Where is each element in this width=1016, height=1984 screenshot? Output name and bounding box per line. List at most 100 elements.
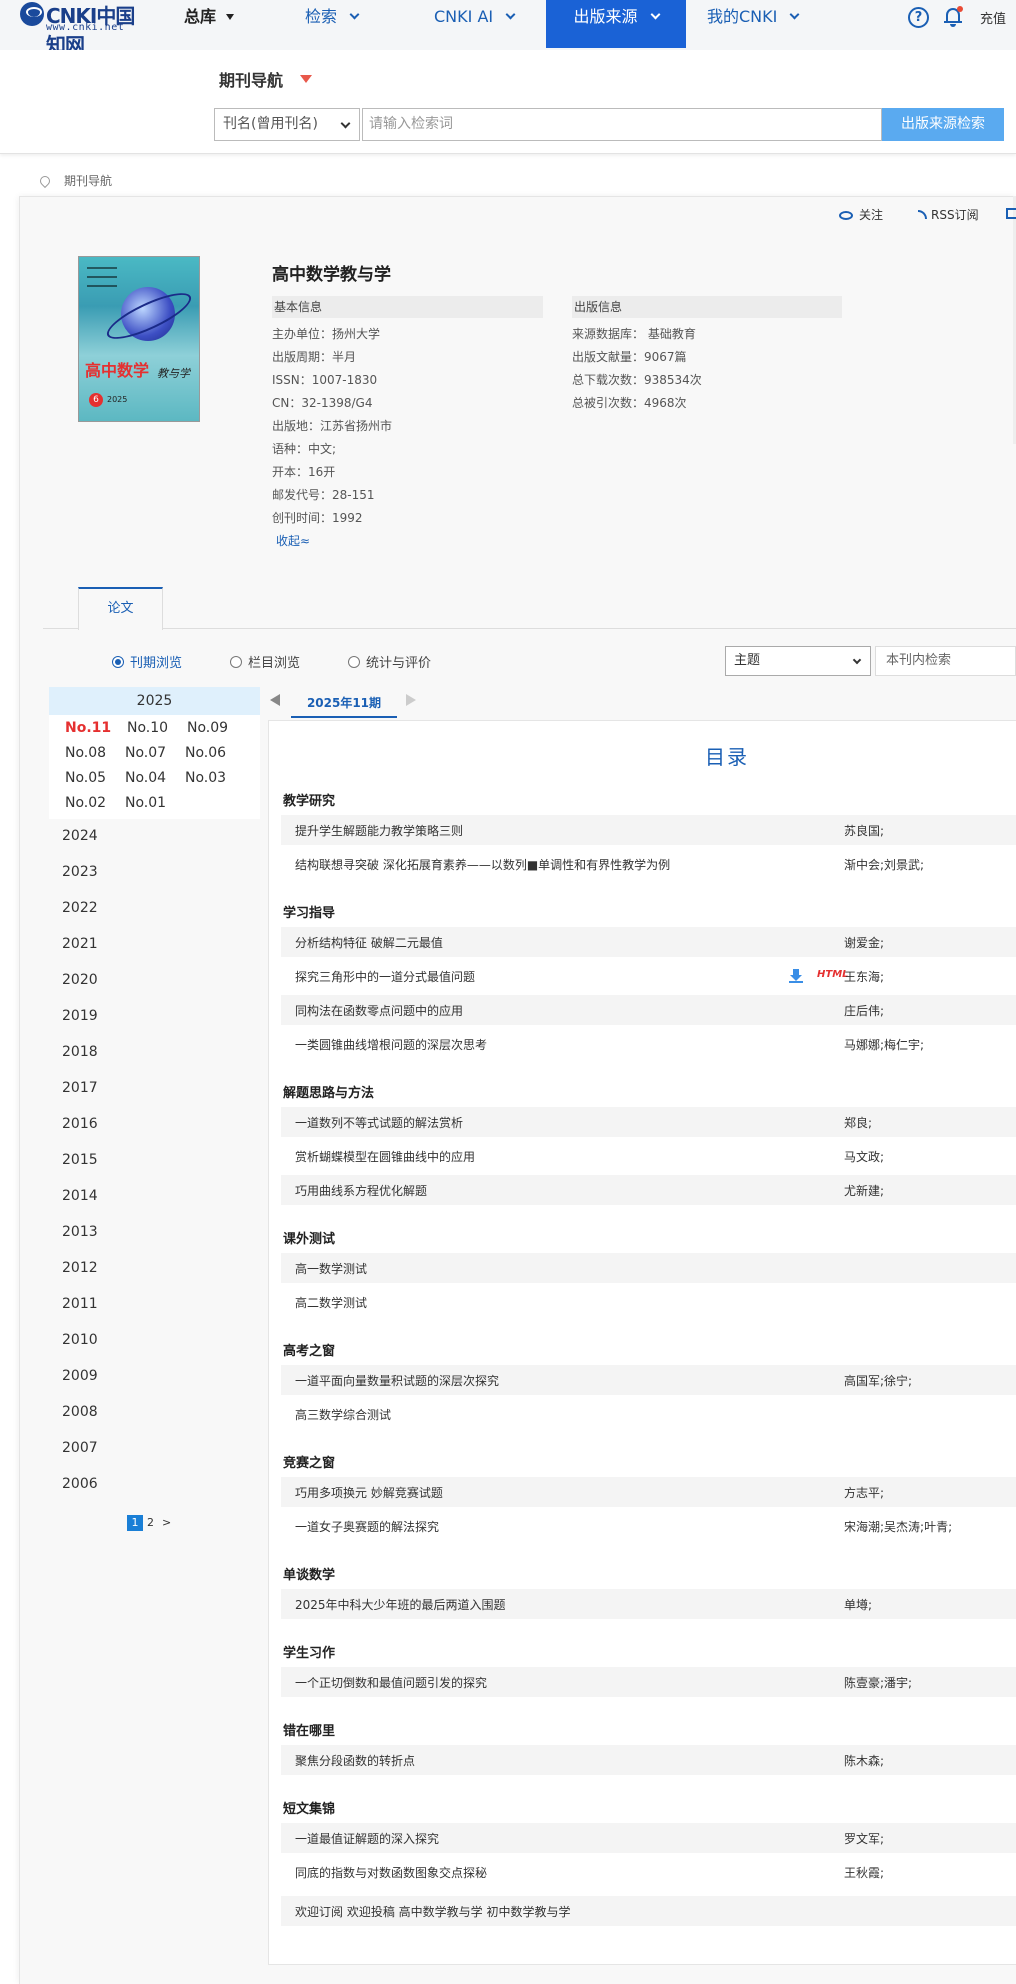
journal-nav-title[interactable]: 期刊导航: [219, 67, 283, 91]
help-icon[interactable]: ?: [908, 7, 929, 28]
nav-publication-source[interactable]: 出版来源: [546, 0, 686, 48]
article-authors[interactable]: 马娜娜;梅仁宇;: [844, 1036, 924, 1053]
toc-article-row[interactable]: 一道数列不等式试题的解法赏析 郑良;: [281, 1107, 1016, 1137]
issue-link[interactable]: No.03: [185, 770, 226, 786]
article-title-link[interactable]: 高三数学综合测试: [295, 1406, 391, 1423]
issue-link-active[interactable]: No.11: [65, 720, 111, 736]
current-issue-tab[interactable]: 2025年11期: [291, 690, 397, 718]
year-link[interactable]: 2009: [62, 1368, 98, 1384]
issue-link[interactable]: No.01: [125, 795, 166, 811]
article-authors[interactable]: 谢爱金;: [844, 934, 884, 951]
toc-article-row[interactable]: 巧用多项换元 妙解竞赛试题 方志平;: [281, 1477, 1016, 1507]
breadcrumb-item[interactable]: 期刊导航: [64, 174, 112, 188]
toc-article-row[interactable]: 2025年中科大少年班的最后两道入围题 单墫;: [281, 1589, 1016, 1619]
notification-bell-icon[interactable]: [944, 6, 963, 28]
article-authors[interactable]: 单墫;: [844, 1596, 872, 1613]
prev-issue-arrow-icon[interactable]: [270, 694, 280, 706]
article-authors[interactable]: 宋海潮;吴杰涛;叶青;: [844, 1518, 952, 1535]
tab-papers[interactable]: 论文: [78, 587, 163, 630]
article-title-link[interactable]: 提升学生解题能力教学策略三则: [295, 822, 463, 839]
article-title-link[interactable]: 同底的指数与对数函数图象交点探秘: [295, 1864, 487, 1881]
toc-article-row[interactable]: 一道女子奥赛题的解法探究 宋海潮;吴杰涛;叶青;: [281, 1511, 1016, 1541]
toc-article-row[interactable]: 分析结构特征 破解二元最值 谢爱金;: [281, 927, 1016, 957]
nav-jiansuo[interactable]: 检索: [305, 0, 360, 48]
article-authors[interactable]: 王秋霞;: [844, 1864, 884, 1881]
article-title-link[interactable]: 一道最值证解题的深入探究: [295, 1830, 439, 1847]
source-search-button[interactable]: 出版来源检索: [882, 108, 1004, 141]
toc-article-row[interactable]: 探究三角形中的一道分式最值问题 HTML 王东海;: [281, 961, 1016, 991]
article-authors[interactable]: 郑良;: [844, 1114, 872, 1131]
article-title-link[interactable]: 结构联想寻突破 深化拓展育素养——以数列■单调性和有界性教学为例: [295, 856, 670, 873]
article-authors[interactable]: 方志平;: [844, 1484, 884, 1501]
toc-article-row[interactable]: 聚焦分段函数的转折点 陈木森;: [281, 1745, 1016, 1775]
issue-link[interactable]: No.04: [125, 770, 166, 786]
article-authors[interactable]: 庄后伟;: [844, 1002, 884, 1019]
article-title-link[interactable]: 巧用曲线系方程优化解题: [295, 1182, 427, 1199]
nav-zongku[interactable]: 总库: [184, 0, 235, 48]
radio-stats-eval[interactable]: 统计与评价: [348, 652, 431, 671]
article-title-link[interactable]: 高一数学测试: [295, 1260, 367, 1277]
follow-button[interactable]: 关注: [839, 206, 883, 223]
toc-article-row[interactable]: 一道平面向量数量积试题的深层次探究 高国军;徐宁;: [281, 1365, 1016, 1395]
article-authors[interactable]: 罗文军;: [844, 1830, 884, 1847]
year-link[interactable]: 2021: [62, 936, 98, 952]
rss-subscribe-button[interactable]: RSS订阅: [918, 206, 979, 223]
year-link[interactable]: 2018: [62, 1044, 98, 1060]
article-title-link[interactable]: 2025年中科大少年班的最后两道入围题: [295, 1596, 506, 1613]
year-link[interactable]: 2011: [62, 1296, 98, 1312]
toc-article-row[interactable]: 同底的指数与对数函数图象交点探秘 王秋霞;: [281, 1857, 1016, 1887]
toc-article-row[interactable]: 巧用曲线系方程优化解题 尤新建;: [281, 1175, 1016, 1205]
article-authors[interactable]: 马文政;: [844, 1148, 884, 1165]
issue-link[interactable]: No.10: [127, 720, 168, 736]
year-link[interactable]: 2019: [62, 1008, 98, 1024]
article-authors[interactable]: 高国军;徐宁;: [844, 1372, 912, 1389]
radio-issue-browse[interactable]: 刊期浏览: [112, 652, 182, 671]
toc-article-row[interactable]: 一道最值证解题的深入探究 罗文军;: [281, 1823, 1016, 1853]
article-title-link[interactable]: 探究三角形中的一道分式最值问题: [295, 968, 475, 985]
article-title-link[interactable]: 一类圆锥曲线增根问题的深层次思考: [295, 1036, 487, 1053]
article-authors[interactable]: 苏良国;: [844, 822, 884, 839]
recharge-link[interactable]: 充值: [980, 8, 1006, 27]
year-link[interactable]: 2017: [62, 1080, 98, 1096]
toc-article-row[interactable]: 提升学生解题能力教学策略三则 苏良国;: [281, 815, 1016, 845]
mail-icon[interactable]: [1006, 208, 1016, 219]
article-title-link[interactable]: 分析结构特征 破解二元最值: [295, 934, 443, 951]
issue-link[interactable]: No.07: [125, 745, 166, 761]
year-link[interactable]: 2006: [62, 1476, 98, 1492]
article-authors[interactable]: 陈木森;: [844, 1752, 884, 1769]
issue-link[interactable]: No.09: [187, 720, 228, 736]
year-link[interactable]: 2016: [62, 1116, 98, 1132]
article-title-link[interactable]: 巧用多项换元 妙解竞赛试题: [295, 1484, 443, 1501]
topic-select[interactable]: 主题: [725, 646, 871, 676]
download-icon[interactable]: [789, 969, 803, 983]
year-link[interactable]: 2022: [62, 900, 98, 916]
pager-next[interactable]: >: [162, 1516, 171, 1529]
toc-article-row[interactable]: 一个正切倒数和最值问题引发的探究 陈壹豪;潘宇;: [281, 1667, 1016, 1697]
year-link[interactable]: 2007: [62, 1440, 98, 1456]
issue-link[interactable]: No.02: [65, 795, 106, 811]
toc-article-row[interactable]: 高三数学综合测试: [281, 1399, 1016, 1429]
article-title-link[interactable]: 赏析蝴蝶模型在圆锥曲线中的应用: [295, 1148, 475, 1165]
in-journal-search-input[interactable]: 本刊内检索: [875, 646, 1016, 676]
article-title-link[interactable]: 高二数学测试: [295, 1294, 367, 1311]
toc-article-row[interactable]: 一类圆锥曲线增根问题的深层次思考 马娜娜;梅仁宇;: [281, 1029, 1016, 1059]
toc-article-row[interactable]: 结构联想寻突破 深化拓展育素养——以数列■单调性和有界性教学为例 渐中会;刘景武;: [281, 849, 1016, 879]
nav-cnki-ai[interactable]: CNKI AI: [434, 0, 516, 48]
pager-page-1[interactable]: 1: [127, 1515, 143, 1531]
issue-link[interactable]: No.06: [185, 745, 226, 761]
year-link[interactable]: 2013: [62, 1224, 98, 1240]
article-authors[interactable]: 王东海;: [844, 968, 884, 985]
toc-article-row[interactable]: 高一数学测试: [281, 1253, 1016, 1283]
article-authors[interactable]: 尤新建;: [844, 1182, 884, 1199]
article-title-link[interactable]: 同构法在函数零点问题中的应用: [295, 1002, 463, 1019]
article-title-link[interactable]: 一道女子奥赛题的解法探究: [295, 1518, 439, 1535]
article-authors[interactable]: 陈壹豪;潘宇;: [844, 1674, 912, 1691]
caret-down-icon[interactable]: [300, 75, 312, 83]
year-link[interactable]: 2008: [62, 1404, 98, 1420]
search-input[interactable]: 请输入检索词: [362, 108, 882, 141]
radio-column-browse[interactable]: 栏目浏览: [230, 652, 300, 671]
issue-link[interactable]: No.05: [65, 770, 106, 786]
year-link[interactable]: 2024: [62, 828, 98, 844]
article-authors[interactable]: 渐中会;刘景武;: [844, 856, 924, 873]
year-link[interactable]: 2015: [62, 1152, 98, 1168]
